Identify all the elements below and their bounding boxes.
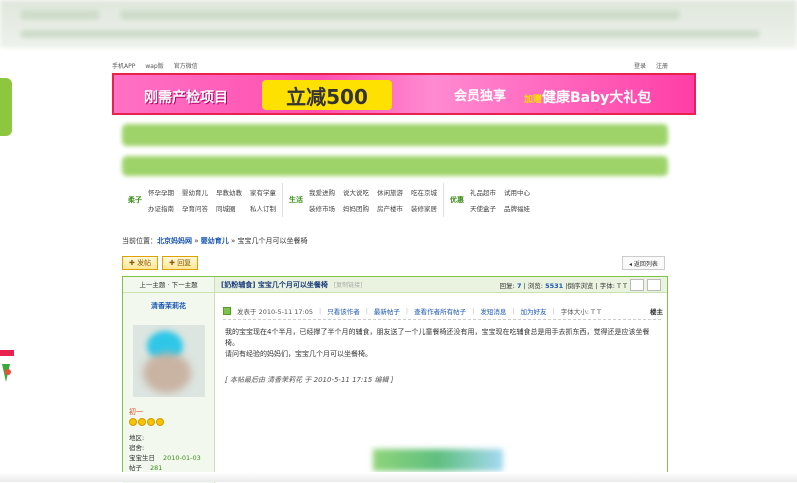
toggle-button[interactable] — [630, 278, 644, 291]
add-friend-link[interactable]: 加为好友 — [521, 306, 547, 316]
reply-icon: ✚ — [169, 259, 178, 267]
avatar[interactable] — [133, 325, 205, 397]
star-icon — [138, 418, 146, 426]
nav-col-parenting: 柔子 怀孕孕期 婴幼育儿 早教幼教 家有学童 办证指南 孕育问答 同城圈 私人订… — [122, 183, 283, 217]
nav-head-life: 生活 — [289, 196, 303, 204]
nav-link[interactable]: 家有学童 — [250, 187, 276, 197]
topbar-link-wap[interactable]: wap版 — [145, 61, 163, 70]
breadcrumb: 当前位置：北京妈妈网 » 婴幼育儿 » 宝宝几个月可以坐餐椅 — [122, 237, 308, 245]
action-buttons: ✚ 发帖 ✚ 回复 — [122, 256, 199, 270]
author-panel: 上一主题 · 下一主题 清香茉莉花 初一 地区: 宿舍: 宝宝生日 2010-01… — [123, 277, 215, 483]
banner-text-2: 立减500 — [262, 80, 392, 110]
nav-link[interactable]: 试用中心 — [504, 187, 530, 197]
nav-link[interactable]: 妈妈团购 — [343, 203, 369, 213]
floor-label: 楼主 — [650, 308, 663, 316]
post-body-line: 请问有经验的妈妈们，宝宝几个月可以坐餐椅。 — [225, 350, 372, 358]
topbar-link-wechat[interactable]: 官方微信 — [174, 61, 198, 70]
rank-stars — [129, 418, 164, 426]
nav-link[interactable]: 品牌福娃 — [504, 203, 530, 213]
only-author-link[interactable]: 只看该作者 — [327, 306, 360, 316]
breadcrumb-site[interactable]: 北京妈妈网 — [157, 237, 192, 245]
copy-link[interactable]: [复制链接] — [334, 280, 363, 289]
register-link[interactable]: 注册 — [656, 61, 668, 70]
nav-link[interactable]: 说大说吃 — [343, 187, 369, 197]
divider — [223, 319, 661, 320]
author-posts-link[interactable]: 查看作者所有帖子 — [414, 306, 466, 316]
post-time: 发表于 2010-5-11 17:05 — [237, 308, 314, 316]
nav-link[interactable]: 房产楼市 — [377, 203, 403, 213]
banner-text-1: 刚需产检项目 — [144, 90, 228, 106]
thread-title: [奶粉辅食] 宝宝几个月可以坐餐椅 — [221, 280, 328, 289]
promo-banner[interactable]: 刚需产检项目 立减500 会员独享 加赠健康Baby大礼包 — [112, 73, 696, 115]
plus-icon: ✚ — [129, 259, 138, 267]
nav-link[interactable]: 孕育问答 — [182, 203, 208, 213]
breadcrumb-section[interactable]: 婴幼育儿 — [201, 237, 229, 245]
author-name[interactable]: 清香茉莉花 — [123, 301, 214, 311]
address-bar[interactable] — [120, 10, 680, 20]
banner-text-3: 会员独享 — [454, 89, 507, 104]
side-float-widget[interactable] — [0, 350, 14, 390]
nav-head-deals: 优惠 — [450, 196, 464, 204]
post-container: 上一主题 · 下一主题 清香茉莉花 初一 地区: 宿舍: 宝宝生日 2010-01… — [122, 276, 668, 483]
inline-ad[interactable] — [373, 449, 503, 471]
topbar-link-app[interactable]: 手机APP — [112, 61, 135, 70]
nav-link[interactable]: 装修家居 — [411, 203, 437, 213]
banner-text-4: 加赠健康Baby大礼包 — [524, 90, 652, 106]
nav-link[interactable]: 吃在京城 — [411, 187, 437, 197]
category-nav: 柔子 怀孕孕期 婴幼育儿 早教幼教 家有学童 办证指南 孕育问答 同城圈 私人订… — [122, 183, 668, 217]
site-header-bar — [122, 124, 668, 146]
reply-button[interactable]: ✚ 回复 — [162, 256, 199, 270]
nav-link[interactable]: 天使盒子 — [470, 203, 496, 213]
nav-link[interactable]: 休闲旅游 — [377, 187, 403, 197]
star-icon — [156, 418, 164, 426]
browser-toolbar — [0, 0, 797, 48]
font-size-control[interactable]: 字体大小: T T — [561, 306, 601, 316]
author-meta: 地区: 宿舍: 宝宝生日 2010-01-03 帖子 281 — [129, 434, 201, 472]
prev-next-links[interactable]: 上一主题 · 下一主题 — [123, 277, 214, 293]
nav-link[interactable]: 我爱进购 — [309, 187, 335, 197]
edit-icon[interactable] — [647, 278, 661, 291]
back-to-list-button[interactable]: ◂ 返回列表 — [622, 256, 665, 270]
breadcrumb-label: 当前位置： — [122, 237, 157, 245]
browser-tab[interactable] — [20, 10, 100, 20]
post-body: 我的宝宝现在4个半月，已经撑了半个月的辅食，朋友送了一个儿童餐椅还没有用，宝宝现… — [225, 327, 661, 360]
nav-col-life: 生活 我爱进购 说大说吃 休闲旅游 吃在京城 装修市场 妈妈团购 房产楼市 装修… — [283, 183, 444, 217]
nav-link[interactable]: 办证指南 — [148, 203, 174, 213]
star-icon — [129, 418, 137, 426]
thread-title-bar: [奶粉辅食] 宝宝几个月可以坐餐椅 [复制链接] 回复: 7 | 浏览: 553… — [215, 277, 667, 293]
nav-link[interactable]: 怀孕孕期 — [148, 187, 174, 197]
nav-link[interactable]: 婴幼育儿 — [182, 187, 208, 197]
nav-link[interactable]: 早教幼教 — [216, 187, 242, 197]
edit-note: [ 本帖最后由 清香茉莉花 于 2010-5-11 17:15 编辑 ] — [225, 376, 394, 384]
thread-stats: 回复: 7 | 浏览: 5531 |倒序浏览 | 字体: T T — [499, 281, 627, 290]
nav-col-deals: 优惠 礼品超市 试用中心 天使盒子 品牌福娃 — [444, 183, 536, 217]
side-float-tab[interactable] — [0, 78, 12, 136]
nav-link[interactable]: 私人订制 — [250, 203, 276, 213]
login-link[interactable]: 登录 — [634, 61, 646, 70]
author-rank: 初一 — [129, 408, 143, 416]
latest-posts-link[interactable]: 最新帖子 — [374, 306, 400, 316]
site-topbar: 手机APP wap版 官方微信 登录 注册 — [112, 58, 668, 72]
send-message-link[interactable]: 发短消息 — [480, 306, 506, 316]
bookmarks-bar — [20, 30, 760, 38]
breadcrumb-current: 宝宝几个月可以坐餐椅 — [237, 237, 308, 245]
nav-link[interactable]: 同城圈 — [216, 203, 242, 213]
nav-link[interactable]: 礼品超市 — [470, 187, 496, 197]
nav-head-parenting: 柔子 — [128, 196, 142, 204]
star-icon — [147, 418, 155, 426]
post-header: 发表于 2010-5-11 17:05 | 只看该作者 | 最新帖子 | 查看作… — [223, 305, 663, 317]
main-nav-bar — [122, 156, 668, 176]
post-body-line: 我的宝宝现在4个半月，已经撑了半个月的辅食，朋友送了一个儿童餐椅还没有用，宝宝现… — [225, 328, 650, 347]
new-post-button[interactable]: ✚ 发帖 — [122, 256, 159, 270]
bottom-edge — [0, 472, 797, 482]
page-frame: 手机APP wap版 官方微信 登录 注册 刚需产检项目 立减500 会员独享 … — [0, 0, 797, 483]
nav-link[interactable]: 装修市场 — [309, 203, 335, 213]
online-status-icon — [223, 307, 231, 315]
